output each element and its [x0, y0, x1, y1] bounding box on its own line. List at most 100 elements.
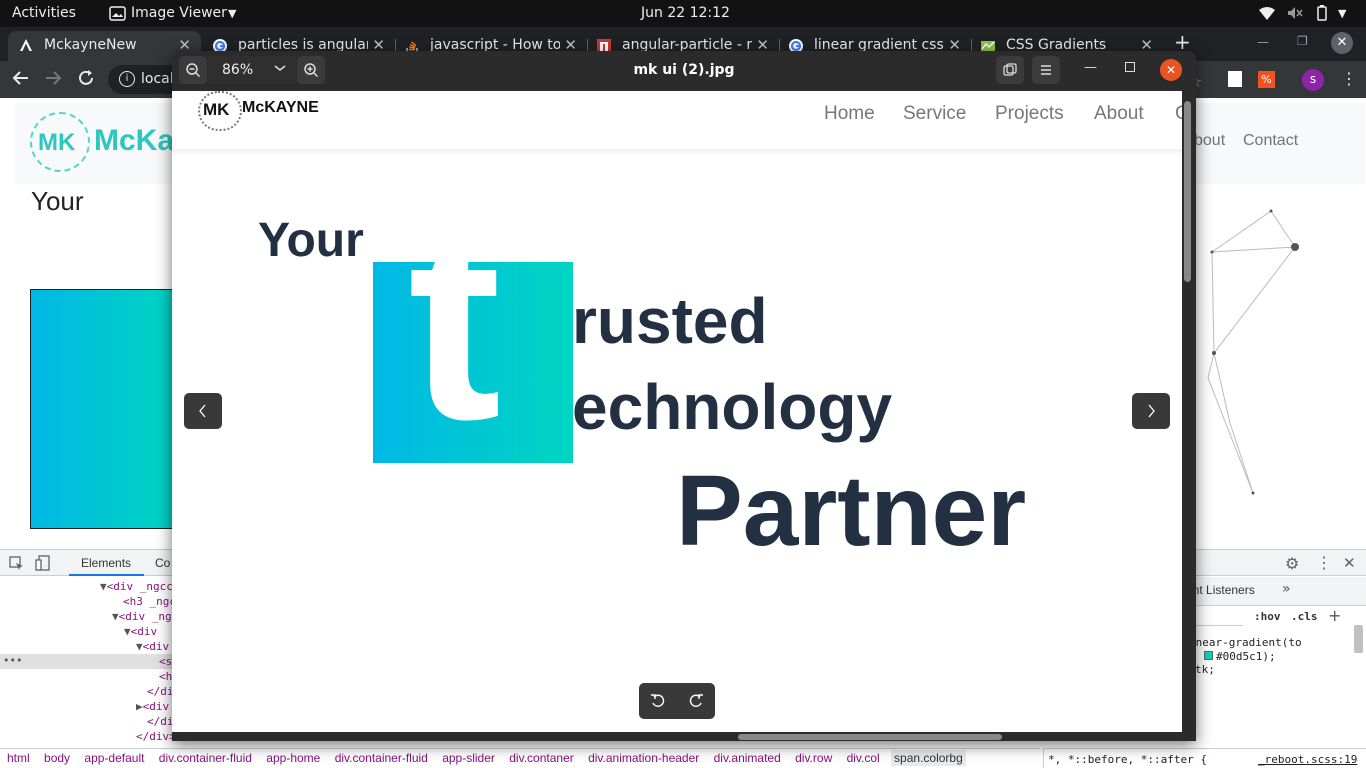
breadcrumb-item[interactable]: div.container-fluid	[159, 751, 252, 765]
rotate-right-icon	[689, 694, 703, 707]
restore-icon[interactable]: ❐	[1297, 34, 1308, 48]
style-value[interactable]: inear-gradient(to	[1189, 636, 1302, 649]
dom-node[interactable]: </di	[147, 685, 174, 698]
angular-icon	[18, 38, 34, 54]
close-viewer-icon[interactable]: ✕	[1160, 59, 1182, 81]
minimize-icon[interactable]: —	[1084, 60, 1097, 75]
image-viewer-app-icon	[109, 6, 126, 21]
horizontal-scrollbar[interactable]	[738, 734, 1002, 740]
css-source-link[interactable]: _reboot.scss:19	[1258, 753, 1357, 766]
dom-node[interactable]: ▼<div _ngcc	[100, 580, 173, 593]
chevron-left-icon	[199, 404, 206, 418]
styles-scrollbar[interactable]	[1354, 625, 1363, 653]
vertical-scrollbar[interactable]	[1184, 101, 1191, 282]
image-logo-text: McKAYNE	[242, 99, 319, 116]
breadcrumb-item-selected[interactable]: span.colorbg	[891, 750, 966, 766]
reload-icon[interactable]	[77, 69, 95, 87]
app-menu[interactable]: Image Viewer	[131, 5, 227, 21]
close-devtools-icon[interactable]: ✕	[1343, 554, 1356, 572]
tab-console[interactable]: Co	[155, 556, 170, 570]
clock[interactable]: Jun 22 12:12	[641, 5, 730, 21]
more-tabs-icon[interactable]: »	[1282, 581, 1291, 597]
viewer-header-bar: 86% mk ui (2).jpg — ✕	[172, 51, 1196, 91]
add-rule-icon[interactable]: +	[1328, 606, 1341, 625]
app-menu-chevron-icon[interactable]: ▼	[228, 7, 236, 20]
image-canvas: MK McKAYNE Home Service Projects About C…	[172, 91, 1182, 732]
selected-dom-row[interactable]	[0, 654, 172, 669]
close-window-icon[interactable]: ✕	[1331, 32, 1353, 54]
breadcrumb-item[interactable]: div.contaner	[509, 751, 573, 765]
battery-icon[interactable]	[1317, 5, 1327, 21]
image-logo-icon: MK	[198, 91, 242, 131]
page-nav-about[interactable]: bout	[1194, 132, 1225, 150]
minimize-icon[interactable]: —	[1257, 35, 1269, 49]
breadcrumb-item[interactable]: div.container-fluid	[335, 751, 428, 765]
next-image-button[interactable]	[1132, 393, 1170, 429]
more-icon[interactable]: •••	[3, 654, 22, 667]
page-logo-text: McKa	[94, 124, 175, 157]
device-toolbar-icon[interactable]	[35, 555, 50, 571]
rotate-controls	[639, 683, 715, 719]
dom-node[interactable]: ▼<div _ng	[112, 610, 172, 623]
style-value[interactable]: #00d5c1);	[1216, 650, 1276, 663]
settings-gear-icon[interactable]: ⚙	[1285, 554, 1299, 573]
hero-word-partner: Partner	[676, 455, 1027, 567]
address-text: local	[141, 71, 174, 87]
rotate-left-button[interactable]	[650, 693, 666, 709]
tab-label: MckayneNew	[44, 37, 137, 53]
dom-node[interactable]: <h3 _ngc	[123, 595, 176, 608]
rotate-right-button[interactable]	[688, 693, 704, 709]
breadcrumb-item[interactable]: div.animated	[714, 751, 781, 765]
styles-footer: *, *::before, *::after { _reboot.scss:19	[1043, 748, 1366, 768]
page-logo-icon: MK	[30, 112, 90, 172]
extension-icon[interactable]	[1228, 71, 1242, 87]
breadcrumb-item[interactable]: div.col	[847, 751, 880, 765]
hero-word-your: Your	[258, 214, 364, 267]
system-menu-chevron-icon[interactable]: ▼	[1338, 7, 1346, 20]
maximize-icon[interactable]	[1125, 62, 1135, 72]
tab-elements[interactable]: Elements	[81, 556, 131, 570]
active-tab-indicator	[69, 574, 144, 576]
breadcrumb-item[interactable]: div.row	[795, 751, 832, 765]
extension-icon[interactable]: %	[1258, 71, 1275, 88]
page-heading: Your	[31, 186, 84, 216]
hover-state-toggle[interactable]: :hov	[1254, 610, 1281, 623]
image-nav-contact: C	[1175, 103, 1182, 124]
image-nav-about: About	[1094, 103, 1144, 124]
profile-avatar[interactable]: s	[1302, 69, 1324, 91]
dom-node[interactable]: ▶<div	[136, 700, 169, 713]
image-viewer-window: 86% mk ui (2).jpg — ✕ MK McKAYNE Home Se…	[172, 51, 1196, 741]
back-icon[interactable]	[12, 69, 30, 87]
volume-muted-icon[interactable]	[1287, 6, 1303, 20]
info-icon[interactable]: i	[119, 71, 135, 87]
previous-image-button[interactable]	[184, 393, 222, 429]
color-swatch[interactable]	[1204, 651, 1213, 660]
big-letter-t: t	[408, 262, 502, 463]
breadcrumb-items: html body app-default div.container-flui…	[0, 750, 1040, 768]
class-toggle[interactable]: .cls	[1291, 610, 1318, 623]
tab-event-listeners[interactable]: ent Listeners	[1186, 583, 1255, 597]
devtools-menu-icon[interactable]: ⋮	[1316, 553, 1332, 572]
breadcrumb-item[interactable]: app-default	[84, 751, 144, 765]
gallery-button[interactable]	[996, 56, 1024, 84]
viewer-menu-button[interactable]	[1032, 56, 1060, 84]
css-selector[interactable]: *, *::before, *::after {	[1048, 753, 1207, 766]
gradient-box	[30, 289, 180, 529]
breadcrumb-item[interactable]: html	[7, 751, 30, 765]
inspect-element-icon[interactable]	[9, 556, 24, 571]
wifi-icon[interactable]	[1259, 7, 1275, 20]
dom-node[interactable]: <h	[159, 670, 172, 683]
forward-icon[interactable]	[44, 69, 62, 87]
dom-node[interactable]: ▼<div	[136, 640, 169, 653]
breadcrumb-item[interactable]: app-slider	[442, 751, 495, 765]
breadcrumb-item[interactable]: div.animation-header	[588, 751, 699, 765]
activities-button[interactable]: Activities	[12, 5, 76, 21]
dom-node[interactable]: ▼<div	[124, 625, 157, 638]
style-value[interactable]: tk;	[1195, 663, 1215, 676]
page-nav-contact[interactable]: Contact	[1243, 132, 1298, 150]
dom-node-selected[interactable]: <s	[159, 655, 172, 668]
breadcrumb-item[interactable]: app-home	[266, 751, 320, 765]
dom-node[interactable]: </div>	[136, 730, 176, 743]
chrome-menu-icon[interactable]: ⋮	[1341, 69, 1357, 88]
breadcrumb-item[interactable]: body	[44, 751, 70, 765]
